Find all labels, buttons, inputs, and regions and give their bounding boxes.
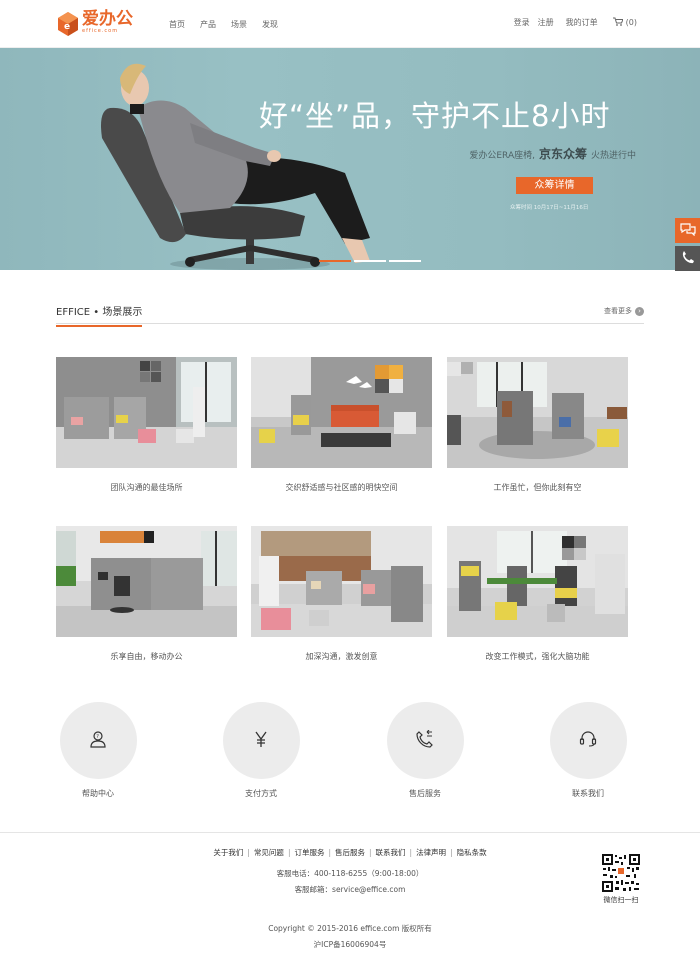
contact-us-circle [549, 702, 627, 779]
separator: | [328, 848, 331, 857]
online-chat-button[interactable] [675, 218, 700, 243]
yen-icon [252, 730, 270, 752]
scene-caption: 工作虽忙，但你此刻有空 [493, 483, 582, 492]
scene-card[interactable]: 工作虽忙，但你此刻有空 [447, 357, 628, 493]
footer-after-sales[interactable]: 售后服务 [335, 848, 365, 857]
footer-legal[interactable]: 法律声明 [416, 848, 446, 857]
scene-card[interactable]: 乐享自由，移动办公 [56, 526, 237, 662]
crowdfunding-details-button[interactable]: 众筹详情 [516, 177, 593, 194]
qr-code-icon [601, 853, 641, 893]
qr-label: 微信扫一扫 [603, 896, 639, 904]
scene-image [447, 526, 628, 637]
help-user-icon: ? [89, 730, 107, 752]
separator: | [409, 848, 413, 857]
main-nav: 首页 产品 场景 发现 [169, 17, 278, 32]
login-link[interactable]: 登录 [514, 17, 530, 28]
side-float-toolbar [675, 218, 700, 271]
footer-email: 客服邮箱：service@effice.com [294, 885, 406, 894]
cart-icon [612, 17, 624, 28]
separator: | [369, 848, 372, 857]
nav-home[interactable]: 首页 [169, 17, 185, 32]
scene-section-header: EFFICE • 场景展示 查看更多 › [56, 298, 644, 327]
scene-image [447, 357, 628, 468]
nav-discover[interactable]: 发现 [262, 17, 278, 32]
scene-caption: 交织舒适感与社区感的明快空间 [285, 483, 398, 492]
footer-faq[interactable]: 常见问题 [254, 848, 284, 857]
svg-text:e: e [64, 22, 70, 32]
headset-icon [579, 730, 597, 752]
chat-bubbles-icon [679, 221, 696, 240]
register-link[interactable]: 注册 [538, 17, 554, 28]
hero-sub-strong: 京东众筹 [538, 147, 587, 161]
carousel-indicators [319, 260, 421, 262]
nav-products[interactable]: 产品 [200, 17, 216, 32]
user-links: 登录 注册 我的订单 (0) [514, 17, 637, 28]
separator: | [287, 848, 291, 857]
hero-title: 好“坐”品，守护不止8小时 [259, 99, 611, 133]
scene-caption: 改变工作模式，强化大脑功能 [485, 652, 590, 661]
phone-icon [681, 249, 695, 268]
payment-methods-circle [222, 702, 300, 779]
help-center-link[interactable]: ? 帮助中心 [58, 702, 138, 799]
scene-card[interactable]: 交织舒适感与社区感的明快空间 [251, 357, 432, 493]
scene-caption: 加深沟通，激发创意 [305, 652, 378, 661]
cart-link[interactable]: (0) [612, 17, 637, 28]
footer-about[interactable]: 关于我们 [213, 848, 243, 857]
help-center-label: 帮助中心 [82, 789, 114, 798]
scene-image [251, 357, 432, 468]
contact-us-link[interactable]: 联系我们 [548, 702, 628, 799]
separator: | [450, 848, 453, 857]
payment-methods-label: 支付方式 [245, 789, 277, 798]
scene-card[interactable]: 团队沟通的最佳场所 [56, 357, 237, 493]
phone-return-icon [416, 729, 434, 752]
scene-image [56, 357, 237, 468]
footer-privacy[interactable]: 隐私条款 [457, 848, 487, 857]
separator: | [247, 848, 250, 857]
logo-cube-icon: e [57, 11, 79, 37]
scene-card[interactable]: 改变工作模式，强化大脑功能 [447, 526, 628, 662]
contact-us-label: 联系我们 [572, 789, 604, 798]
footer-order-service[interactable]: 订单服务 [294, 848, 324, 857]
phone-button[interactable] [675, 246, 700, 271]
logo-text: 爱办公 [82, 9, 133, 29]
nav-scenes[interactable]: 场景 [231, 17, 247, 32]
arrow-right-icon: › [635, 306, 644, 316]
hero-sub-suffix: 火热进行中 [590, 151, 636, 161]
svg-text:?: ? [96, 734, 99, 740]
view-more-link[interactable]: 查看更多 › [604, 306, 644, 316]
hero-subtitle: 爱办公ERA座椅, 京东众筹 火热进行中 [469, 145, 636, 162]
footer-contact[interactable]: 联系我们 [376, 848, 406, 857]
wechat-qr: 微信扫一扫 [601, 853, 641, 905]
logo[interactable]: e 爱办公 effice.com [57, 11, 133, 37]
cart-count: (0) [625, 18, 637, 27]
help-center-circle: ? [59, 702, 137, 779]
scene-caption: 团队沟通的最佳场所 [110, 483, 183, 492]
site-footer: 关于我们 | 常见问题 | 订单服务 | 售后服务 | 联系我们 | 法律声明 | 隐私条款 客服电话：… [0, 832, 700, 963]
carousel-dot[interactable] [319, 260, 351, 262]
view-more-label: 查看更多 [604, 307, 632, 315]
section-title: EFFICE • 场景展示 [56, 303, 143, 327]
site-header: e 爱办公 effice.com 首页 产品 场景 发现 登录 注册 我的订单 … [0, 0, 700, 48]
logo-domain: effice.com [82, 28, 119, 34]
footer-icp[interactable]: 沪ICP备16006904号 [0, 939, 700, 950]
carousel-dot[interactable] [389, 260, 421, 262]
scene-card[interactable]: 加深沟通，激发创意 [251, 526, 432, 662]
after-sales-label: 售后服务 [409, 789, 441, 798]
after-sales-circle [386, 702, 464, 779]
footer-phone: 客服电话：400-118-6255（9:00-18:00） [276, 869, 424, 878]
scene-caption: 乐享自由，移动办公 [110, 652, 183, 661]
hero-date: 众筹时间 10月17日~11月16日 [510, 205, 589, 211]
scene-image [56, 526, 237, 637]
payment-methods-link[interactable]: 支付方式 [221, 702, 301, 799]
hero-chair-woman-image [101, 63, 370, 270]
my-orders-link[interactable]: 我的订单 [566, 17, 598, 28]
after-sales-link[interactable]: 售后服务 [385, 702, 465, 799]
hero-sub-prefix: 爱办公ERA座椅, [469, 151, 535, 161]
hero-banner[interactable]: 好“坐”品，守护不止8小时 爱办公ERA座椅, 京东众筹 火热进行中 众筹详情 … [0, 48, 700, 270]
footer-copyright: Copyright © 2015-2016 effice.com 版权所有 [268, 924, 432, 933]
scene-image [251, 526, 432, 637]
footer-links: 关于我们 | 常见问题 | 订单服务 | 售后服务 | 联系我们 | 法律声明 | 隐私条款 [0, 847, 700, 858]
carousel-dot[interactable] [354, 260, 386, 262]
